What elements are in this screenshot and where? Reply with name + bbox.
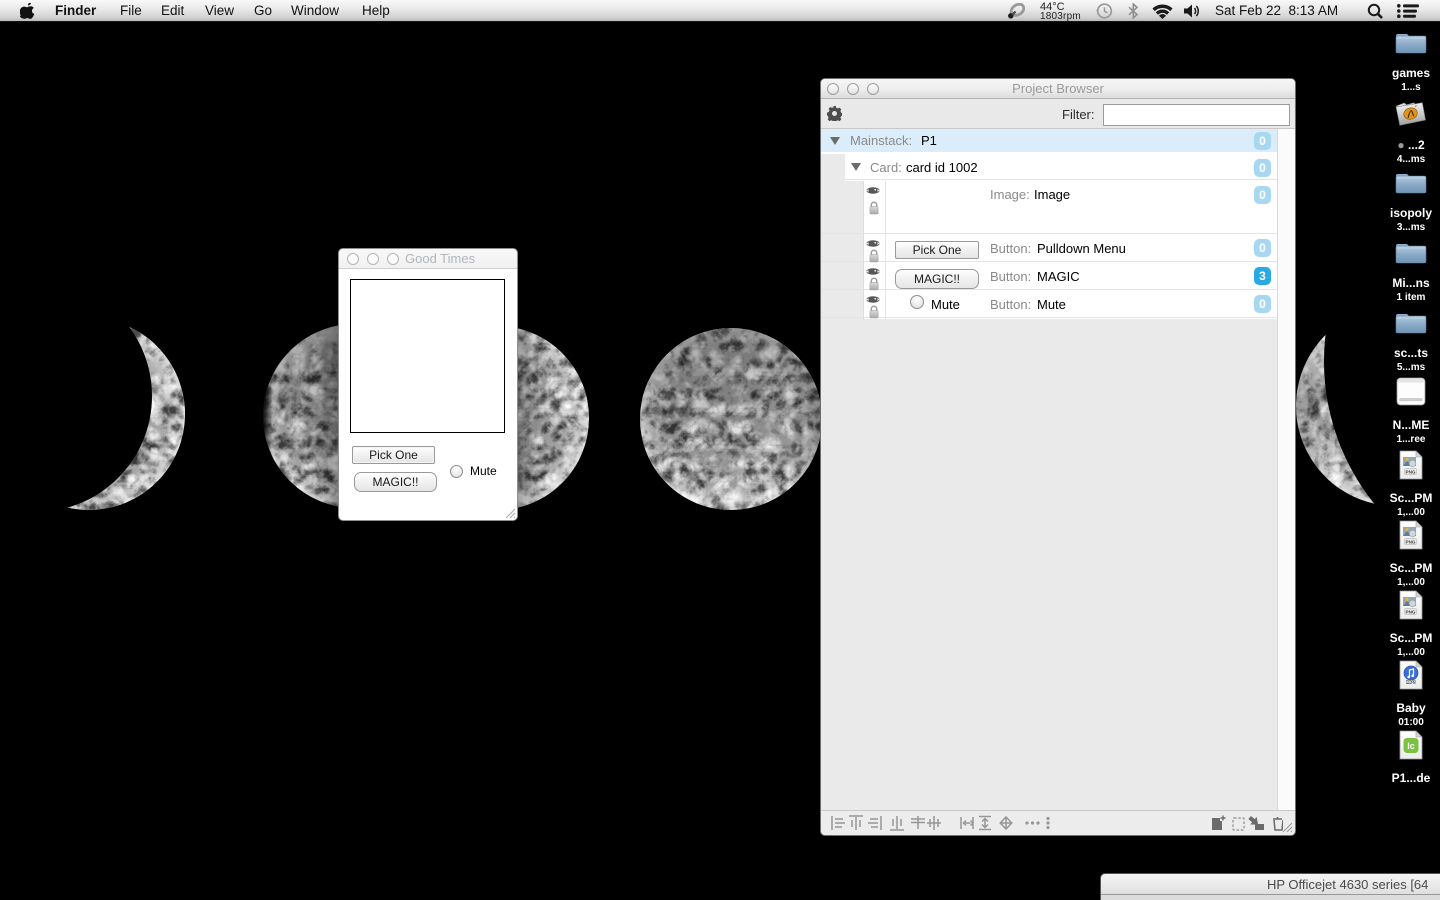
svg-text:MP3: MP3 xyxy=(1406,680,1416,685)
svg-text:lc: lc xyxy=(1407,741,1415,751)
